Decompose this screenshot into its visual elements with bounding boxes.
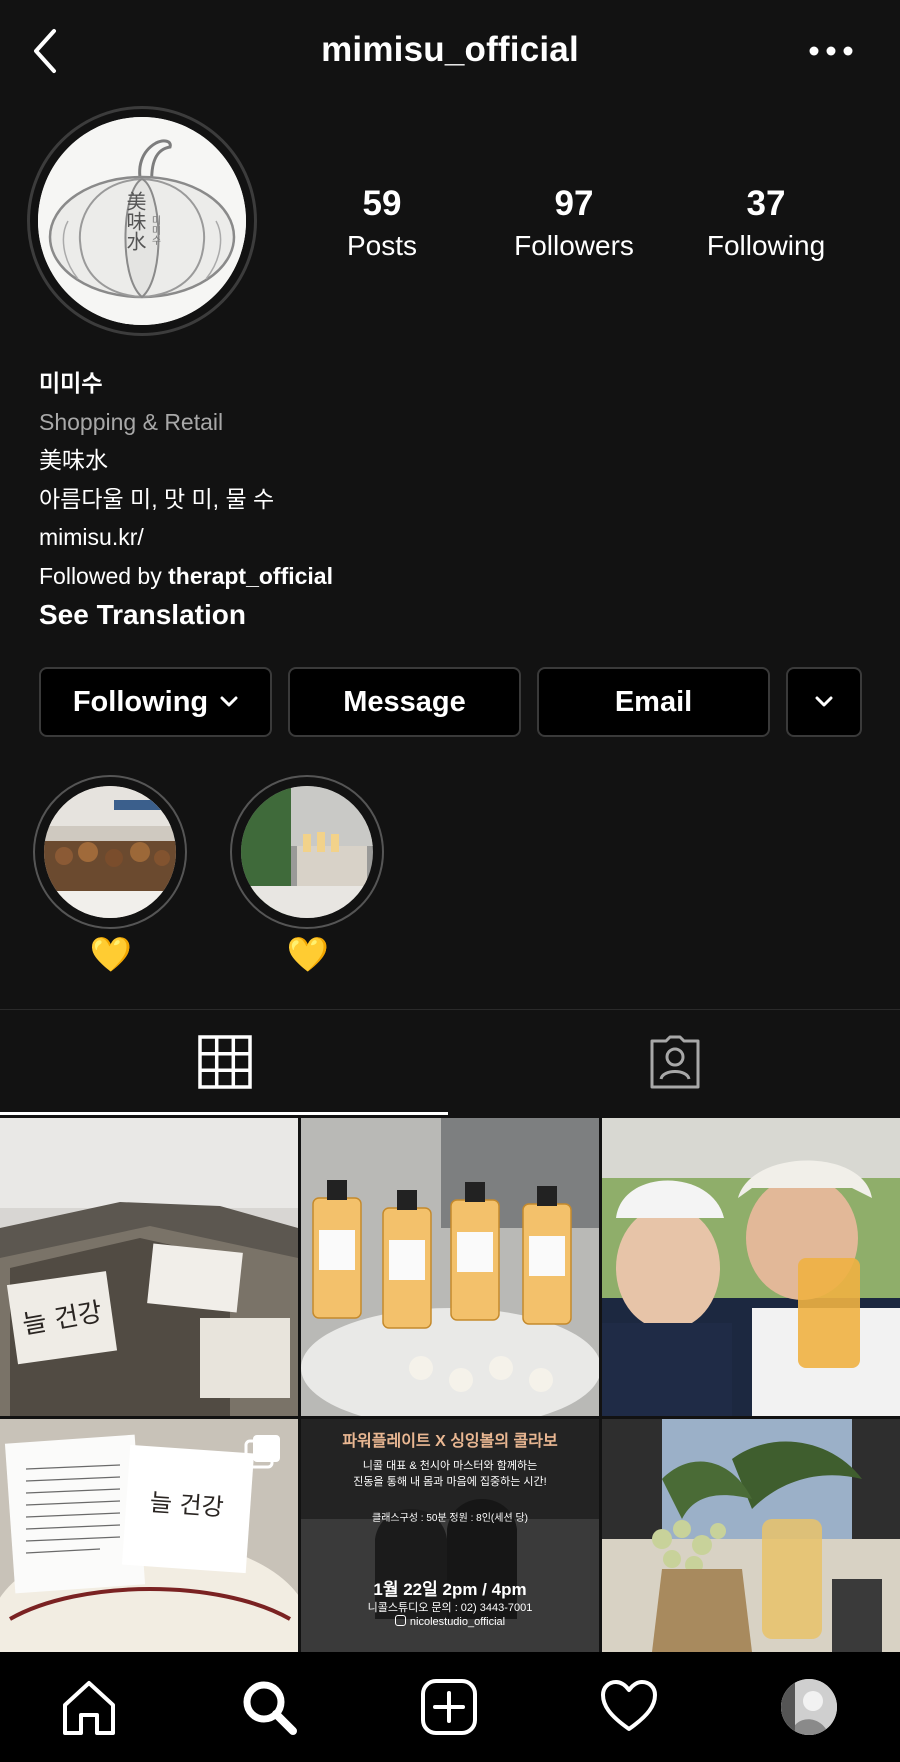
- highlight-cover-image: [241, 786, 373, 918]
- active-tab-indicator: [0, 1112, 448, 1115]
- search-icon: [243, 1681, 297, 1735]
- posts-label: Posts: [346, 230, 418, 261]
- profile-avatar-icon: [781, 1679, 837, 1735]
- profile-bio: 미미수 Shopping & Retail 美味水 아름다울 미, 맛 미, 물…: [39, 364, 859, 635]
- chevron-down-icon: [815, 696, 833, 707]
- post-thumbnail[interactable]: 파워플레이트 X 싱잉볼의 콜라보 니콜 대표 & 천시아 마스터와 함께하는 …: [301, 1419, 599, 1652]
- promo-subtitle-1: 니콜 대표 & 천시아 마스터와 함께하는: [362, 1460, 538, 1472]
- post-caption-handwriting: 늘 건강: [148, 1488, 225, 1522]
- highlight-label: 💛: [286, 936, 330, 974]
- highlight-ring: [230, 775, 384, 929]
- nav-activity[interactable]: [594, 1672, 664, 1742]
- profile-name: 미미수: [39, 370, 103, 396]
- website-link[interactable]: mimisu.kr/: [39, 518, 859, 557]
- avatar-small-text: 미미수: [149, 215, 160, 245]
- stat-followers[interactable]: 97 Followers: [489, 184, 659, 264]
- chevron-down-icon: [220, 696, 238, 707]
- bio-line-1: 美味水: [39, 447, 108, 473]
- stat-posts[interactable]: 59 Posts: [297, 184, 467, 264]
- following-label: Following: [706, 230, 826, 261]
- followed-by[interactable]: Followed by therapt_official: [39, 557, 859, 596]
- followed-by-user: therapt_official: [168, 562, 333, 589]
- promo-class-info: 클래스구성 : 50분 정원 : 8인(세션 당): [372, 1513, 528, 1524]
- promo-instagram-handle: nicolestudio_official: [301, 1615, 599, 1628]
- avatar-logo-text: 美味水: [123, 191, 147, 251]
- instagram-icon: [394, 1615, 406, 1626]
- post-thumbnail[interactable]: [602, 1419, 900, 1652]
- posts-grid: 늘 건강 늘 건강 파워플레이트 X 싱잉볼의 콜라보 니콜 대표 & 천시아 …: [0, 1118, 900, 1652]
- following-button-label: Following: [72, 685, 209, 718]
- nav-home[interactable]: [54, 1672, 124, 1742]
- following-count: 37: [746, 184, 786, 223]
- post-thumbnail[interactable]: 늘 건강: [0, 1419, 298, 1652]
- promo-title: 파워플레이트 X 싱잉볼의 콜라보: [342, 1433, 558, 1450]
- avatar[interactable]: 美味水 미미수: [38, 117, 246, 325]
- post-thumbnail[interactable]: 늘 건강: [0, 1118, 298, 1416]
- following-button[interactable]: Following: [39, 667, 272, 737]
- tagged-person-icon: [650, 1035, 700, 1089]
- followers-count: 97: [554, 184, 594, 223]
- post-thumbnail[interactable]: [602, 1118, 900, 1416]
- highlight-label: 💛: [89, 936, 133, 974]
- tab-posts-grid[interactable]: [0, 1010, 450, 1114]
- highlight-ring: [33, 775, 187, 929]
- bio-line-2: 아름다울 미, 맛 미, 물 수: [39, 485, 275, 512]
- tab-tagged[interactable]: [450, 1010, 900, 1114]
- profile-username: mimisu_official: [321, 30, 579, 69]
- nav-new-post[interactable]: [414, 1672, 484, 1742]
- grid-icon: [198, 1035, 252, 1089]
- message-button-label: Message: [343, 685, 466, 718]
- bottom-navigation: [0, 1652, 900, 1762]
- highlight-cover-image: [44, 786, 176, 918]
- promo-contact: 니콜스튜디오 문의 : 02) 3443-7001: [367, 1602, 533, 1614]
- carousel-icon: [244, 1435, 280, 1469]
- post-thumbnail[interactable]: [301, 1118, 599, 1416]
- followed-by-prefix: Followed by: [39, 562, 169, 589]
- see-translation-link[interactable]: See Translation: [39, 595, 859, 635]
- home-icon: [63, 1681, 115, 1735]
- suggested-accounts-button[interactable]: [786, 667, 862, 737]
- email-button[interactable]: Email: [537, 667, 770, 737]
- story-highlight[interactable]: 💛: [230, 775, 386, 975]
- nav-profile[interactable]: [774, 1672, 844, 1742]
- story-highlight[interactable]: 💛: [33, 775, 189, 975]
- promo-handle-text: nicolestudio_official: [409, 1616, 506, 1628]
- more-options-icon[interactable]: [808, 44, 854, 58]
- top-bar: mimisu_official: [0, 0, 900, 108]
- posts-count: 59: [362, 184, 402, 223]
- stat-following[interactable]: 37 Following: [681, 184, 851, 264]
- promo-subtitle-2: 진동을 통해 내 몸과 마음에 집중하는 시간!: [353, 1476, 547, 1488]
- promo-date: 1월 22일 2pm / 4pm: [373, 1580, 527, 1599]
- profile-category: Shopping & Retail: [39, 408, 224, 435]
- email-button-label: Email: [614, 685, 693, 718]
- nav-search[interactable]: [234, 1672, 304, 1742]
- message-button[interactable]: Message: [288, 667, 521, 737]
- followers-label: Followers: [514, 230, 634, 261]
- add-post-icon: [421, 1679, 477, 1735]
- heart-icon: [601, 1680, 657, 1731]
